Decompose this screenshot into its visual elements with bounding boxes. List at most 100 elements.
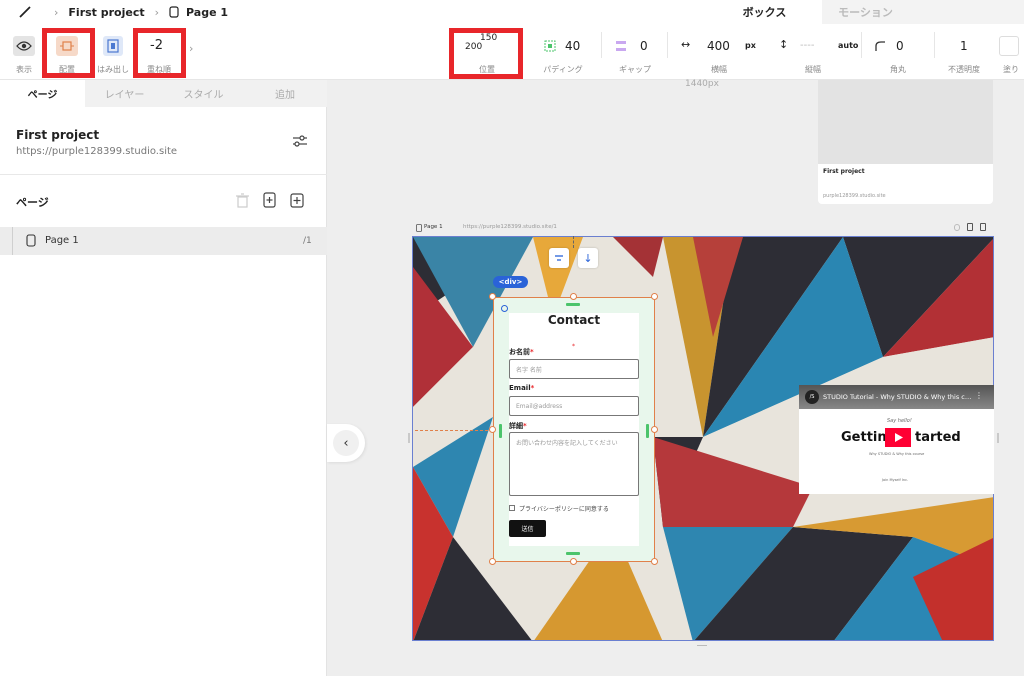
width-unit[interactable]: px xyxy=(745,41,756,50)
opacity-value[interactable]: 1 xyxy=(960,39,968,53)
add-page-icon[interactable] xyxy=(290,193,304,208)
chevron-right-icon: › xyxy=(154,5,160,19)
email-input[interactable]: Email@address xyxy=(509,396,639,416)
tab-add[interactable]: 追加 xyxy=(243,80,327,107)
padding-handle-right[interactable] xyxy=(646,424,649,438)
eye-icon xyxy=(16,41,32,51)
channel-avatar: /S xyxy=(805,390,819,404)
padding-value[interactable]: 40 xyxy=(565,39,580,53)
page-list-item[interactable]: Page 1 /1 xyxy=(0,227,327,255)
video-subtitle: Why STUDIO & Why this course xyxy=(869,452,925,456)
divider xyxy=(0,174,327,175)
radius-value[interactable]: 0 xyxy=(896,39,904,53)
divider xyxy=(861,32,862,58)
resize-handle-left[interactable] xyxy=(408,433,410,443)
zindex-value[interactable]: -2 xyxy=(150,38,163,53)
padding-handle-left[interactable] xyxy=(499,424,502,438)
frame-visibility-icon[interactable] xyxy=(954,224,960,231)
tab-box[interactable]: ボックス xyxy=(707,0,822,24)
tab-styles[interactable]: スタイル xyxy=(164,80,243,107)
breadcrumb-page[interactable]: Page 1 xyxy=(186,6,228,19)
page-preview-card[interactable]: First project purple128399.studio.site xyxy=(818,80,993,204)
resize-handle-bottom[interactable] xyxy=(697,645,707,646)
overflow-button[interactable] xyxy=(103,36,123,56)
top-toolbar: › First project › Page 1 ボックス モーション 表示 配… xyxy=(0,0,1024,80)
preview-url: purple128399.studio.site xyxy=(823,193,886,199)
tree-line xyxy=(12,227,13,255)
resize-handle-w[interactable] xyxy=(489,426,496,433)
settings-sliders-icon[interactable] xyxy=(292,134,308,148)
name-label: お名前* xyxy=(509,348,534,356)
pen-icon[interactable] xyxy=(18,5,32,19)
resize-handle-s[interactable] xyxy=(570,558,577,565)
divider xyxy=(667,32,668,58)
breadcrumb: › First project › Page 1 xyxy=(0,0,700,24)
resize-handle-sw[interactable] xyxy=(489,558,496,565)
height-arrows-icon: ↕ xyxy=(779,38,789,51)
layout-button[interactable] xyxy=(56,36,78,56)
breadcrumb-project[interactable]: First project xyxy=(68,6,144,19)
detail-label-text: 詳細 xyxy=(509,422,523,430)
frame-add-icon[interactable] xyxy=(980,223,986,231)
preview-title: First project xyxy=(823,168,865,175)
layout-icon xyxy=(60,41,74,51)
gap-value[interactable]: 0 xyxy=(640,39,648,53)
privacy-checkbox[interactable] xyxy=(509,505,515,511)
chevron-right-icon[interactable]: › xyxy=(189,42,193,55)
width-value[interactable]: 400 xyxy=(707,39,730,53)
resize-handle-nw[interactable] xyxy=(489,293,496,300)
height-value[interactable]: ---- xyxy=(800,40,814,51)
page-icon xyxy=(416,224,422,232)
height-label: 縦幅 xyxy=(805,65,821,74)
required-marker: * xyxy=(572,343,575,350)
align-icon xyxy=(555,255,563,261)
resize-handle-ne[interactable] xyxy=(651,293,658,300)
arrow-down-icon[interactable]: ↓ xyxy=(578,248,598,268)
resize-handle-e[interactable] xyxy=(651,426,658,433)
align-button[interactable] xyxy=(549,248,569,268)
gap-icon xyxy=(616,41,626,51)
page-icon xyxy=(169,6,179,18)
gap-label: ギャップ xyxy=(619,65,651,74)
contact-title: Contact xyxy=(547,313,601,327)
display-button[interactable] xyxy=(13,36,35,56)
video-headline-right: tarted xyxy=(915,430,961,445)
duplicate-page-icon[interactable] xyxy=(263,192,276,208)
fill-swatch[interactable] xyxy=(999,36,1019,56)
fill-label: 塗り xyxy=(1003,65,1019,74)
pages-section-title: ページ xyxy=(16,196,49,209)
resize-handle-n[interactable] xyxy=(570,293,577,300)
tab-motion[interactable]: モーション xyxy=(822,0,1024,24)
detail-textarea[interactable]: お問い合わせ内容を記入してください xyxy=(509,432,639,496)
padding-handle-top[interactable] xyxy=(566,303,580,306)
position-y-value[interactable]: 150 xyxy=(480,33,497,43)
opacity-label: 不透明度 xyxy=(948,65,980,74)
play-button[interactable] xyxy=(885,428,911,447)
height-unit[interactable]: auto xyxy=(838,41,858,50)
name-input[interactable]: 名字 名前 xyxy=(509,359,639,379)
overflow-label: はみ出し xyxy=(97,65,129,74)
collapse-panel-button[interactable]: ‹ xyxy=(327,424,365,462)
position-x-value[interactable]: 200 xyxy=(465,42,482,52)
submit-button[interactable]: 送信 xyxy=(509,520,546,537)
resize-handle-right[interactable] xyxy=(997,433,999,443)
more-icon[interactable]: ⋮ xyxy=(975,391,983,400)
guide-line xyxy=(573,236,574,248)
video-title: STUDIO Tutorial - Why STUDIO & Why this … xyxy=(823,393,972,401)
tab-pages[interactable]: ページ xyxy=(0,80,85,107)
privacy-label: プライバシーポリシーに同意する xyxy=(519,506,609,513)
frame-page-name[interactable]: Page 1 xyxy=(424,224,443,230)
padding-handle-bottom[interactable] xyxy=(566,552,580,555)
video-script-line: Say hello! xyxy=(887,418,912,424)
preview-thumbnail xyxy=(818,80,993,164)
layout-label: 配置 xyxy=(59,65,75,74)
project-url[interactable]: https://purple128399.studio.site xyxy=(16,146,177,157)
trash-icon[interactable] xyxy=(236,193,249,208)
youtube-embed[interactable]: /S STUDIO Tutorial - Why STUDIO & Why th… xyxy=(799,385,994,494)
anchor-icon[interactable] xyxy=(501,305,508,312)
tab-motion-label: モーション xyxy=(838,6,893,19)
tab-layers[interactable]: レイヤー xyxy=(85,80,164,107)
resize-handle-se[interactable] xyxy=(651,558,658,565)
width-arrows-icon: ↔ xyxy=(681,38,691,51)
frame-duplicate-icon[interactable] xyxy=(967,223,973,231)
